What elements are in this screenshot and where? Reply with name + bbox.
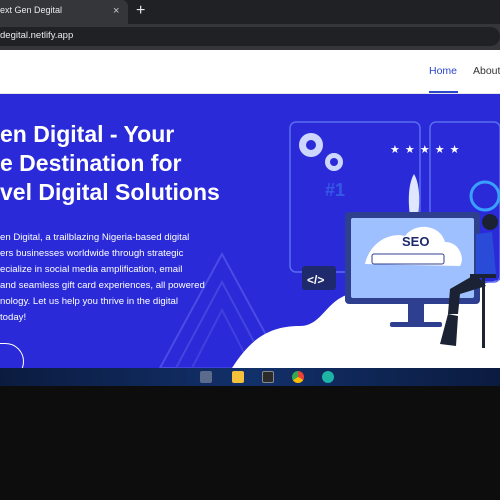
rocket-icon: [408, 174, 420, 218]
desktop-background: [0, 386, 500, 500]
close-tab-icon[interactable]: ×: [113, 4, 119, 18]
tab-title: ext Gen Degital: [0, 5, 63, 15]
rating-stars: ★ ★ ★ ★ ★: [390, 144, 461, 156]
address-bar: [0, 24, 500, 50]
code-icon: </>: [307, 273, 325, 287]
rank-badge: #1: [325, 180, 346, 200]
terminal-icon[interactable]: [262, 371, 274, 383]
url-text[interactable]: degital.netlify.app: [0, 30, 73, 41]
chrome-icon[interactable]: [292, 371, 304, 383]
nav-link-home[interactable]: Home: [429, 65, 457, 77]
browser-tab[interactable]: ext Gen Degital ×: [0, 0, 128, 24]
hero-title-line: e Destination for: [0, 150, 182, 176]
seo-label: SEO: [402, 234, 430, 249]
taskbar: [0, 368, 500, 386]
hero-description-line: ecialize in social media amplification, …: [0, 264, 183, 275]
hero-description-line: today!: [0, 312, 27, 323]
hero-description-line: nology. Let us help you thrive in the di…: [0, 296, 178, 307]
hero-description: en Digital, a trailblazing Nigeria-based…: [0, 230, 240, 326]
browser-tab-bar: ext Gen Degital × +: [0, 0, 500, 24]
new-tab-button[interactable]: +: [136, 2, 145, 20]
hero-description-line: and seamless gift card experiences, all …: [0, 280, 205, 291]
hero-title-line: vel Digital Solutions: [0, 179, 220, 205]
file-explorer-icon[interactable]: [232, 371, 244, 383]
gear-icon: [299, 133, 343, 171]
hero-title: en Digital - Your e Destination for vel …: [0, 120, 250, 207]
url-field[interactable]: [0, 27, 500, 46]
edge-icon[interactable]: [322, 371, 334, 383]
hero-description-line: en Digital, a trailblazing Nigeria-based…: [0, 232, 190, 243]
hero-description-line: ers businesses worldwide through strateg…: [0, 248, 184, 259]
task-view-icon[interactable]: [200, 371, 212, 383]
active-nav-indicator: [429, 91, 458, 93]
nav-link-about[interactable]: About: [473, 65, 500, 77]
site-header: [0, 50, 500, 94]
hero-title-line: en Digital - Your: [0, 121, 175, 147]
